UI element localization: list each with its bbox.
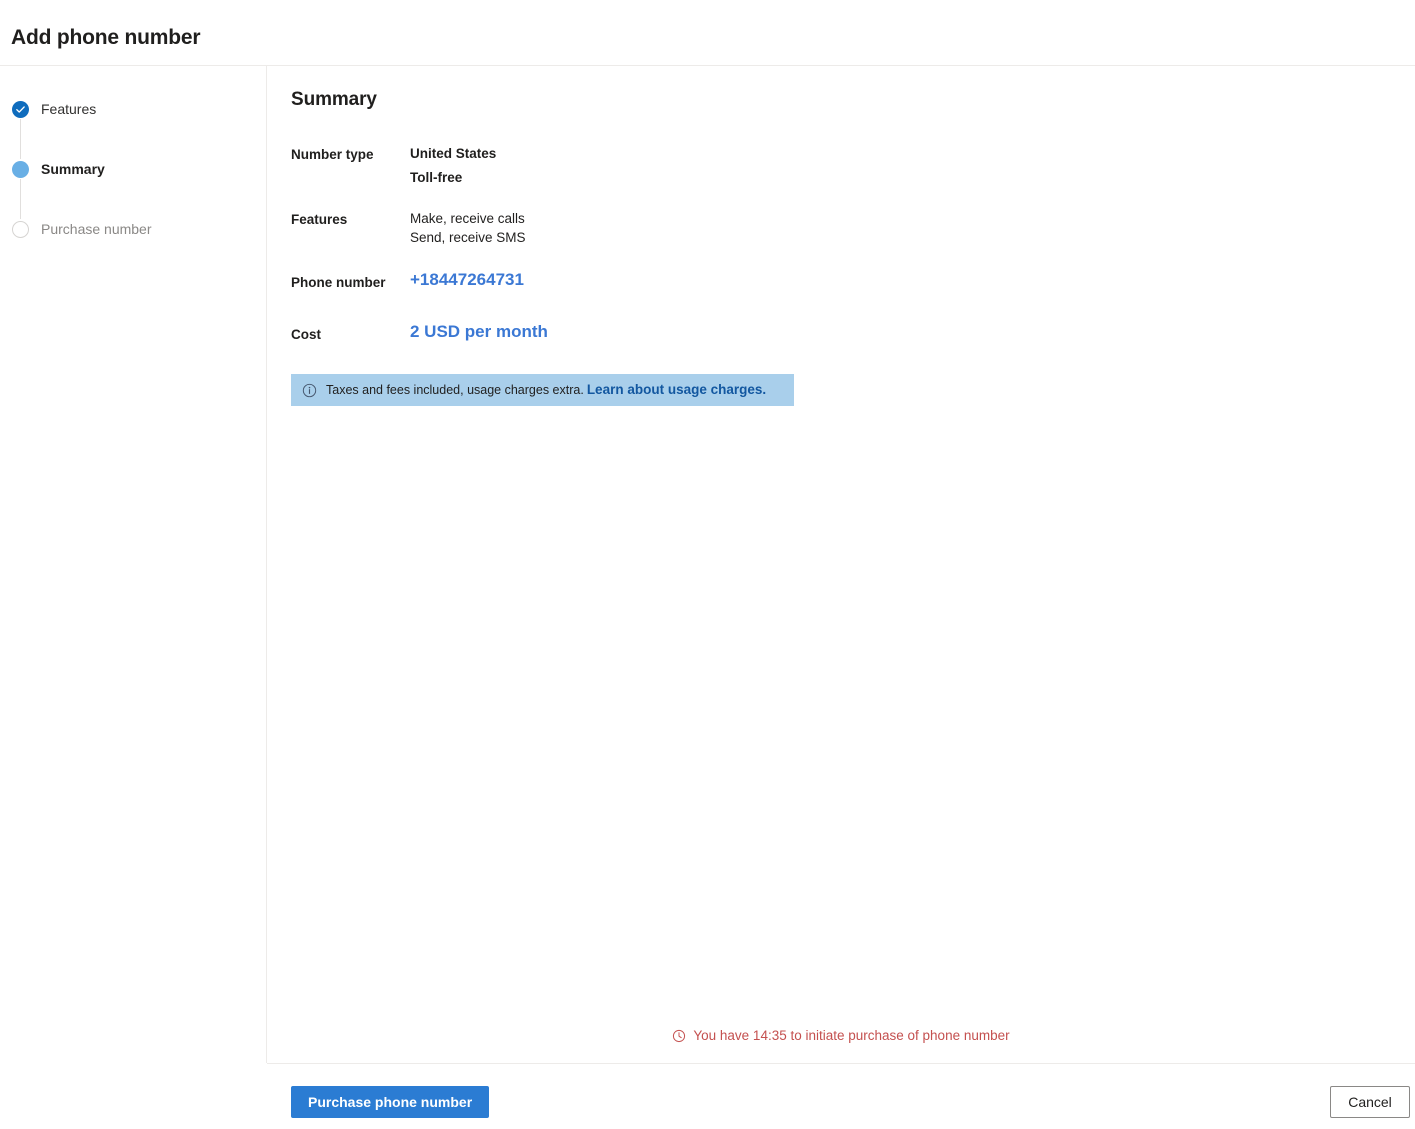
- row-value-line: Send, receive SMS: [410, 230, 526, 245]
- banner-text: Taxes and fees included, usage charges e…: [326, 381, 766, 399]
- info-icon: [302, 383, 317, 398]
- step-connector-2: [20, 179, 21, 219]
- panel-header: Add phone number: [0, 0, 1415, 66]
- sidebar-item-purchase-number[interactable]: Purchase number: [12, 218, 152, 240]
- cancel-button[interactable]: Cancel: [1330, 1086, 1410, 1118]
- purchase-phone-number-button[interactable]: Purchase phone number: [291, 1086, 490, 1118]
- summary-row-number-type: Number type United States Toll-free: [291, 144, 851, 187]
- usage-charges-banner: Taxes and fees included, usage charges e…: [291, 374, 794, 406]
- row-label: Phone number: [291, 275, 386, 290]
- row-value: Make, receive calls Send, receive SMS: [410, 209, 851, 247]
- check-circle-icon: [12, 100, 29, 118]
- panel-footer: Purchase phone number Cancel: [267, 1063, 1415, 1129]
- row-label: Cost: [291, 327, 321, 342]
- countdown-text: You have 14:35 to initiate purchase of p…: [693, 1028, 1010, 1043]
- empty-circle-icon: [12, 220, 29, 238]
- row-value-line: United States: [410, 146, 497, 161]
- add-phone-number-panel: Add phone number Features Summary Purcha…: [0, 0, 1415, 1129]
- summary-content: Summary Number type United States Toll-f…: [267, 66, 1415, 1063]
- row-value: United States Toll-free: [410, 144, 851, 187]
- banner-message: Taxes and fees included, usage charges e…: [326, 383, 584, 397]
- sidebar-item-label: Features: [41, 101, 97, 117]
- summary-row-features: Features Make, receive calls Send, recei…: [291, 209, 851, 247]
- phone-number-value: +18447264731: [410, 270, 524, 289]
- sidebar-item-label: Summary: [41, 161, 105, 177]
- panel-body: Features Summary Purchase number Summary…: [0, 66, 1415, 1063]
- page-title: Add phone number: [11, 26, 201, 49]
- learn-about-usage-charges-link[interactable]: Learn about usage charges.: [587, 382, 766, 397]
- row-value-line: Toll-free: [410, 170, 463, 185]
- cost-value: 2 USD per month: [410, 322, 548, 341]
- summary-row-phone-number: Phone number +18447264731: [291, 269, 851, 293]
- section-title: Summary: [291, 89, 377, 110]
- row-label: Features: [291, 212, 348, 227]
- row-label: Number type: [291, 147, 374, 162]
- purchase-countdown: You have 14:35 to initiate purchase of p…: [267, 1026, 1415, 1046]
- clock-icon: [672, 1029, 686, 1043]
- step-connector-1: [20, 119, 21, 159]
- stepper-nav: Features Summary Purchase number: [0, 66, 267, 1063]
- sidebar-item-summary[interactable]: Summary: [12, 158, 105, 180]
- summary-details-list: Number type United States Toll-free Feat…: [291, 144, 851, 373]
- filled-circle-icon: [12, 160, 29, 178]
- sidebar-item-label: Purchase number: [41, 221, 152, 237]
- sidebar-item-features[interactable]: Features: [12, 98, 96, 120]
- summary-row-cost: Cost 2 USD per month: [291, 321, 851, 345]
- row-value-line: Make, receive calls: [410, 211, 525, 226]
